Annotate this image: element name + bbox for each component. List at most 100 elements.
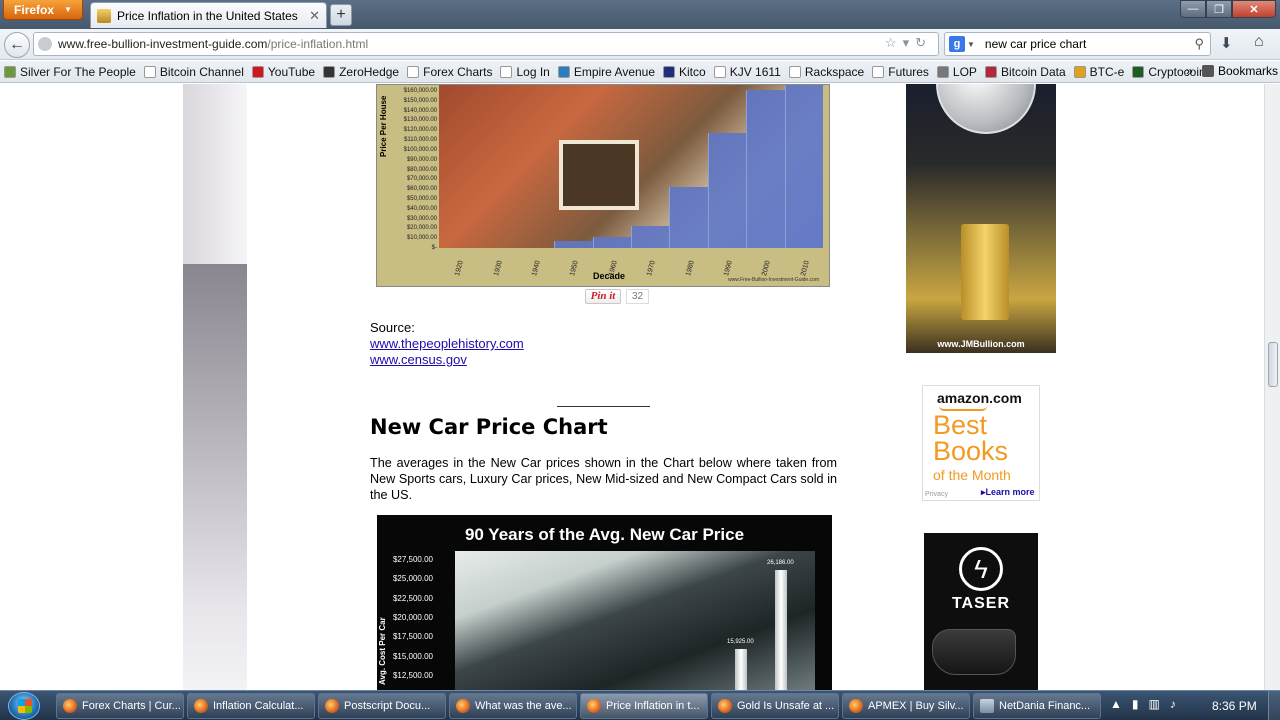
bookmark-label: Bitcoin Channel <box>159 64 244 79</box>
back-button[interactable]: ← <box>4 32 30 58</box>
jm-bullion-ad[interactable]: www.JMBullion.com <box>906 84 1056 353</box>
show-hidden-icons-icon[interactable]: ▲ <box>1110 697 1132 711</box>
source-link-peoplehistory[interactable]: www.thepeoplehistory.com <box>370 336 524 351</box>
site-identity-icon[interactable] <box>38 37 52 51</box>
taskbar-window-button[interactable]: Inflation Calculat... <box>187 693 315 719</box>
taser-device-image <box>932 629 1016 675</box>
bookmark-item[interactable]: Empire Avenue <box>557 65 655 79</box>
network-icon[interactable]: ▥ <box>1149 697 1170 711</box>
bookmark-item[interactable]: Log In <box>500 65 550 79</box>
search-bar[interactable]: g ▼ new car price chart ⚲ <box>944 32 1211 56</box>
system-tray: ▲▮▥♪ <box>1110 697 1186 711</box>
bookmark-item[interactable]: Kitco <box>663 65 706 79</box>
taskbar-window-label: Postscript Docu... <box>344 700 431 712</box>
bookmarks-toolbar: Silver For The People Bitcoin Channel YouT… <box>0 61 1280 83</box>
firefox-menu-button[interactable]: Firefox ▼ <box>3 0 83 20</box>
house-chart-y-tick: $120,000.00 <box>403 127 437 134</box>
bookmark-item[interactable]: Silver For The People <box>4 65 136 79</box>
back-arrow-icon: ← <box>9 36 25 53</box>
minimize-button[interactable]: — <box>1180 0 1206 18</box>
search-input[interactable]: new car price chart <box>985 37 1086 51</box>
amazon-best-books-heading: Best Books <box>933 410 1009 466</box>
taskbar-window-button[interactable]: Postscript Docu... <box>318 693 446 719</box>
new-car-price-chart: 90 Years of the Avg. New Car Price $27,5… <box>377 515 832 690</box>
bookmark-item[interactable]: Bitcoin Channel <box>143 64 244 79</box>
start-button[interactable] <box>8 692 40 720</box>
page-content: Price Per House $160,000.00 $150,000.00 $1… <box>0 84 1264 690</box>
taskbar-window-label: What was the ave... <box>475 700 572 712</box>
house-photo-window <box>559 140 639 210</box>
car-chart-data-label: 15,925.00 <box>727 639 754 646</box>
globe-icon <box>936 65 949 78</box>
bookmark-label: Forex Charts <box>423 64 493 79</box>
search-magnifier-icon[interactable]: ⚲ <box>1194 36 1204 52</box>
taser-ad[interactable]: ϟ TASER <box>924 533 1038 690</box>
jm-bullion-url: www.JMBullion.com <box>937 339 1025 349</box>
downloads-icon[interactable]: ⬇ <box>1220 34 1233 52</box>
bookmark-item[interactable]: YouTube <box>251 65 315 79</box>
taskbar-window-button[interactable]: NetDania Financ... <box>973 693 1101 719</box>
url-bar[interactable]: www.free-bullion-investment-guide.com/pr… <box>33 32 939 56</box>
tab-price-inflation[interactable]: Price Inflation in the United States ✕ <box>90 2 327 28</box>
tab-title: Price Inflation in the United States <box>117 8 298 23</box>
url-path: /price-inflation.html <box>267 37 369 51</box>
house-chart-plot-area <box>439 85 823 248</box>
taskbar-window-button[interactable]: Price Inflation in t... <box>580 693 708 719</box>
taskbar-window-button[interactable]: Gold Is Unsafe at ... <box>711 693 839 719</box>
url-bar-actions: ☆▾↻ <box>885 35 932 51</box>
car-chart-y-tick: $12,500.00 <box>392 670 433 680</box>
source-link-census[interactable]: www.census.gov <box>370 352 467 367</box>
volume-icon[interactable]: ♪ <box>1170 697 1186 711</box>
close-tab-icon[interactable]: ✕ <box>309 8 320 24</box>
house-chart-x-tick: 1990 <box>723 259 734 277</box>
bookmark-item[interactable]: BTC-e <box>1073 65 1124 79</box>
house-chart-x-tick: 1970 <box>646 259 657 277</box>
title-bar: Firefox ▼ Price Inflation in the United … <box>0 0 1280 29</box>
pin-it-button[interactable]: Pin it <box>585 289 621 304</box>
search-engine-dropdown-icon[interactable]: ▼ <box>967 40 975 49</box>
bookmarks-overflow-button[interactable]: » <box>1186 64 1193 78</box>
bookmark-item[interactable]: Bitcoin Data <box>984 65 1066 79</box>
show-desktop-button[interactable] <box>1268 691 1280 720</box>
house-chart-x-tick: 1920 <box>454 259 465 277</box>
close-window-button[interactable]: ✕ <box>1232 0 1276 18</box>
home-icon[interactable]: ⌂ <box>1254 33 1264 51</box>
bookmark-item[interactable]: Cryptocoin <box>1132 65 1206 79</box>
house-chart-x-tick: 1980 <box>684 259 696 277</box>
history-dropdown-icon[interactable]: ▾ <box>903 35 916 50</box>
vertical-scrollbar[interactable] <box>1264 84 1280 690</box>
bookmarks-menu-icon <box>1202 65 1214 77</box>
bookmark-item[interactable]: LOP <box>936 65 977 79</box>
coin-icon <box>1073 65 1086 78</box>
gold-bar-image <box>961 224 1009 320</box>
maximize-button[interactable]: ❐ <box>1206 0 1232 18</box>
source-label: Source: <box>370 320 415 335</box>
amazon-learn-more-link[interactable]: ▸Learn more <box>981 487 1035 498</box>
bookmarks-menu-button[interactable]: Bookmarks <box>1202 64 1278 78</box>
amazon-logo: amazon.com <box>937 390 1022 406</box>
firefox-app-icon <box>325 699 339 713</box>
bookmark-item[interactable]: Futures <box>872 65 929 79</box>
leaf-icon <box>4 65 16 78</box>
bookmark-item[interactable]: KJV 1611 <box>713 65 781 79</box>
new-tab-button[interactable]: + <box>330 4 352 26</box>
taskbar-window-button[interactable]: Forex Charts | Cur... <box>56 693 184 719</box>
taskbar-window-button[interactable]: APMEX | Buy Silv... <box>842 693 970 719</box>
bookmark-star-icon[interactable]: ☆ <box>885 35 903 50</box>
house-chart-y-tick: $130,000.00 <box>403 117 437 124</box>
battery-icon[interactable]: ▮ <box>1132 697 1149 711</box>
reload-icon[interactable]: ↻ <box>915 35 932 50</box>
bookmark-item[interactable]: Forex Charts <box>407 65 492 79</box>
firefox-app-icon <box>587 699 601 713</box>
google-search-engine-icon[interactable]: g <box>949 36 965 52</box>
bookmark-item[interactable]: ZeroHedge <box>323 65 399 79</box>
taskbar-window-button[interactable]: What was the ave... <box>449 693 577 719</box>
car-chart-plot-area <box>455 551 815 690</box>
amazon-best-books-ad[interactable]: amazon.com Best Books of the Month Priva… <box>922 385 1040 501</box>
taskbar-clock[interactable]: 8:36 PM <box>1212 699 1257 713</box>
house-chart-bar <box>669 186 708 248</box>
car-chart-y-tick: $20,000.00 <box>392 612 433 622</box>
scrollbar-thumb[interactable] <box>1268 342 1278 387</box>
bookmark-item[interactable]: Rackspace <box>788 65 864 79</box>
amazon-privacy-link[interactable]: Privacy <box>925 491 948 498</box>
